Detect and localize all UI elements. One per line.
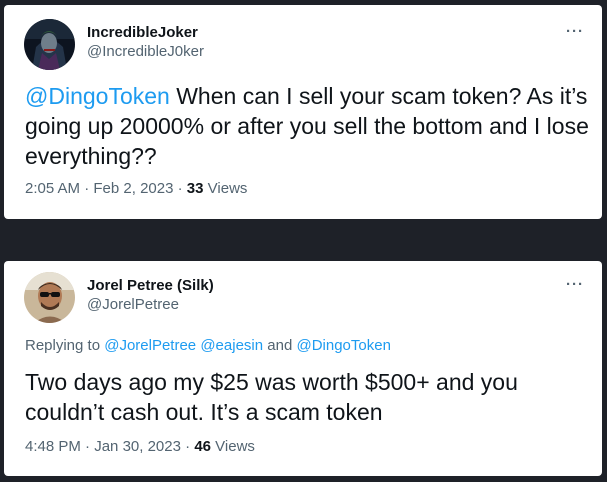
mention-link[interactable]: @eajesin (200, 337, 263, 354)
replying-and: and (263, 337, 297, 354)
jorel-avatar-image (24, 272, 75, 323)
avatar[interactable] (24, 19, 75, 70)
tweet-text: @DingoToken When can I sell your scam to… (25, 81, 595, 171)
display-name[interactable]: IncredibleJoker (87, 24, 198, 41)
separator: · (185, 438, 191, 455)
display-name[interactable]: Jorel Petree (Silk) (87, 277, 214, 294)
tweet-card[interactable]: IncredibleJoker @IncredibleJ0ker ··· @Di… (4, 5, 602, 219)
views-label: Views (207, 180, 248, 197)
avatar[interactable] (24, 272, 75, 323)
user-handle[interactable]: @IncredibleJ0ker (87, 43, 204, 60)
user-handle[interactable]: @JorelPetree (87, 296, 179, 313)
tweet-metadata: 2:05 AM · Feb 2, 2023 · 33 Views (25, 180, 247, 197)
views-label: Views (215, 438, 255, 455)
tweet-metadata: 4:48 PM · Jan 30, 2023 · 46 Views (25, 438, 255, 455)
joker-avatar-image (24, 19, 75, 70)
replying-prefix: Replying to (25, 337, 105, 354)
separator: · (84, 180, 90, 197)
views-count: 33 (186, 180, 204, 197)
separator: · (85, 438, 91, 455)
replying-to: Replying to @JorelPetree @eajesin and @D… (25, 337, 391, 354)
views-count: 46 (194, 438, 211, 455)
tweet-time[interactable]: 4:48 PM (25, 438, 81, 455)
tweet-date[interactable]: Jan 30, 2023 (94, 438, 181, 455)
tweet-date[interactable]: Feb 2, 2023 (93, 180, 173, 197)
tweet-text: Two days ago my $25 was worth $500+ and … (25, 369, 518, 425)
separator: · (177, 180, 183, 197)
more-options-icon[interactable]: ··· (566, 23, 584, 40)
tweet-time[interactable]: 2:05 AM (25, 180, 80, 197)
mention-link[interactable]: @DingoToken (25, 83, 170, 109)
mention-link[interactable]: @DingoToken (296, 337, 390, 354)
tweet-card[interactable]: Jorel Petree (Silk) @JorelPetree ··· Rep… (4, 261, 602, 476)
mention-link[interactable]: @JorelPetree (104, 337, 196, 354)
more-options-icon[interactable]: ··· (566, 276, 584, 293)
